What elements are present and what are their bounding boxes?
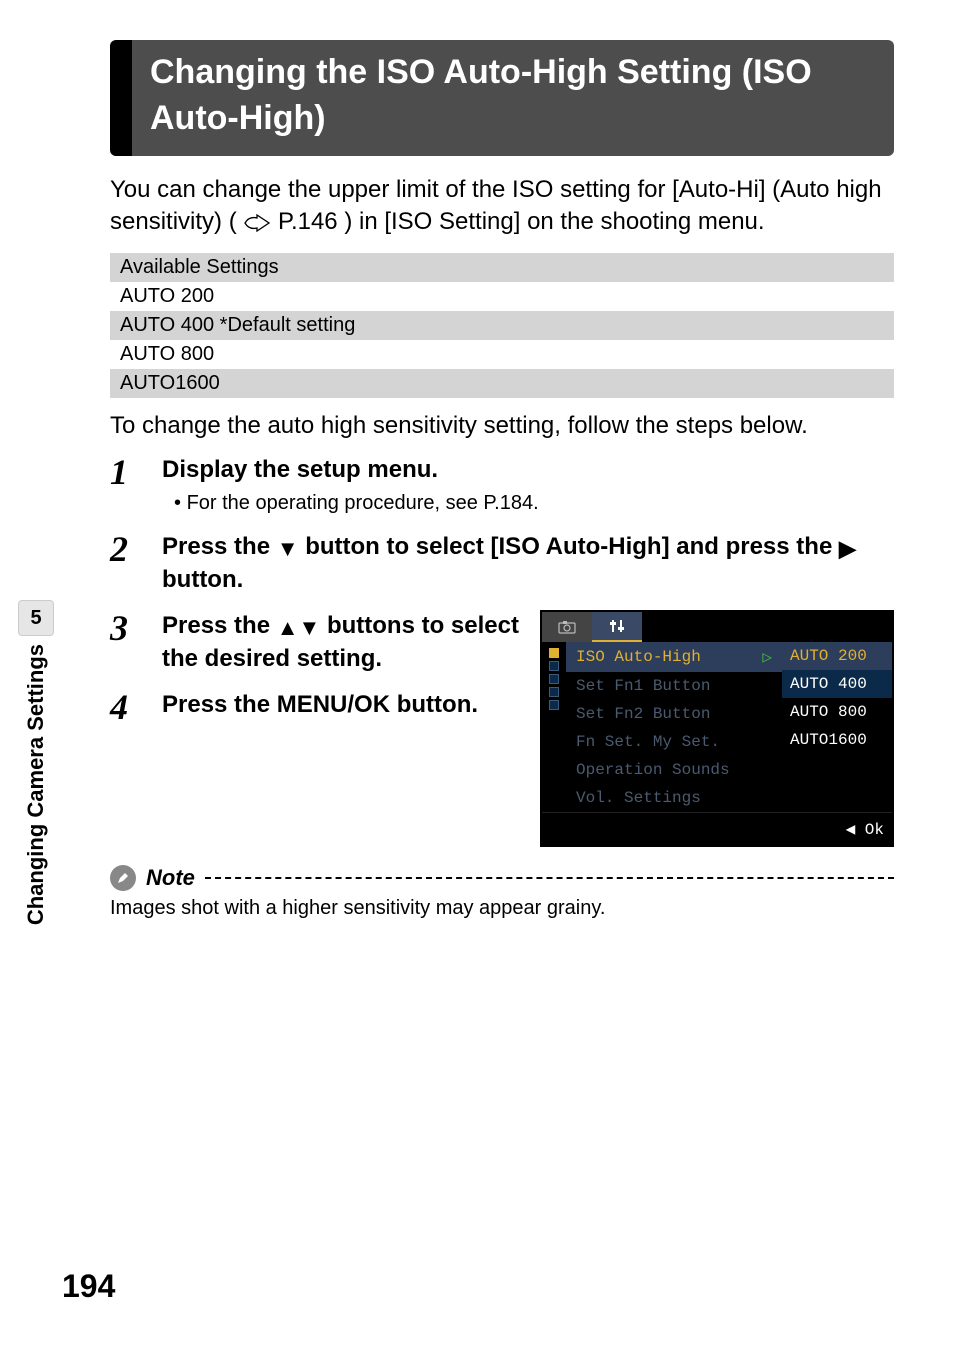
lcd-menu-item-selected: ISO Auto-High ▷	[566, 642, 782, 672]
lcd-tab-row	[542, 612, 892, 642]
lcd-page-dot	[549, 700, 559, 710]
camera-lcd-screenshot: ISO Auto-High ▷ Set Fn1 Button Set Fn2 B…	[540, 610, 894, 847]
step-4: 4 Press the MENU/OK button.	[110, 689, 522, 725]
reference-hand-icon	[243, 214, 271, 232]
table-row: AUTO1600	[110, 369, 894, 398]
step-number: 4	[110, 689, 144, 725]
step-text: Press the ▼ button to select [ISO Auto-H…	[162, 531, 894, 596]
intro-ref: P.146	[278, 208, 338, 235]
lcd-page-dot	[549, 648, 559, 658]
lcd-page-dot	[549, 674, 559, 684]
chapter-number: 5	[30, 607, 41, 630]
lcd-option-selected: AUTO 200	[782, 642, 892, 670]
intro-paragraph: You can change the upper limit of the IS…	[110, 174, 894, 239]
lcd-menu-item: Set Fn2 Button	[566, 700, 782, 728]
lcd-option: AUTO 800	[782, 698, 892, 726]
lcd-menu-list: ISO Auto-High ▷ Set Fn1 Button Set Fn2 B…	[566, 642, 782, 812]
step-3-text-a: Press the	[162, 612, 277, 639]
instruction-sentence: To change the auto high sensitivity sett…	[110, 412, 894, 440]
title-accent-bar	[110, 40, 132, 156]
step-3: 3 Press the ▲▼ buttons to select the des…	[110, 610, 522, 675]
lcd-menu-item: Operation Sounds	[566, 756, 782, 784]
note-body: Images shot with a higher sensitivity ma…	[110, 897, 894, 920]
lcd-options-list: AUTO 200 AUTO 400 AUTO 800 AUTO1600	[782, 642, 892, 812]
bullet-prefix: •	[174, 492, 187, 514]
note-label: Note	[146, 865, 195, 891]
lcd-selected-label: ISO Auto-High	[576, 648, 701, 666]
step-2-text-b: button to select [ISO Auto-High] and pre…	[305, 533, 839, 560]
section-title-block: Changing the ISO Auto-High Setting (ISO …	[110, 40, 894, 156]
lcd-tab-camera	[542, 612, 592, 642]
intro-text-b: ) in [ISO Setting] on the shooting menu.	[344, 208, 764, 235]
bullet-text: For the operating procedure, see P.184.	[187, 492, 539, 514]
lcd-ok-label: Ok	[865, 821, 884, 839]
lcd-footer: ◀ Ok	[542, 812, 892, 845]
lcd-page-dot	[549, 687, 559, 697]
table-row: AUTO 200	[110, 282, 894, 311]
step-2-text-a: Press the	[162, 533, 277, 560]
lcd-page-dot	[549, 661, 559, 671]
right-triangle-icon: ▶	[839, 536, 856, 561]
lcd-option: AUTO 400	[782, 670, 892, 698]
lcd-menu-item: Vol. Settings	[566, 784, 782, 812]
available-settings-table: Available Settings AUTO 200 AUTO 400 *De…	[110, 253, 894, 398]
step-number: 1	[110, 454, 144, 517]
note-pencil-icon	[110, 865, 136, 891]
down-triangle-icon: ▼	[299, 615, 321, 640]
lcd-selected-arrow-icon: ▷	[762, 647, 772, 667]
lcd-left-arrow-icon: ◀	[846, 821, 865, 839]
table-row: AUTO 400 *Default setting	[110, 311, 894, 340]
step-1-title: Display the setup menu.	[162, 456, 438, 483]
note-dash-line	[205, 877, 894, 879]
step-2-text-c: button.	[162, 566, 243, 593]
lcd-menu-item: Set Fn1 Button	[566, 672, 782, 700]
up-triangle-icon: ▲	[277, 615, 299, 640]
table-row: AUTO 800	[110, 340, 894, 369]
note-header: Note	[110, 865, 894, 891]
lcd-page-indicator	[542, 642, 566, 812]
step-text: Display the setup menu. • For the operat…	[162, 454, 894, 517]
step-1-sub: • For the operating procedure, see P.184…	[174, 490, 894, 517]
sidebar: 5 Changing Camera Settings	[18, 600, 54, 925]
page-number: 194	[62, 1268, 115, 1305]
down-triangle-icon: ▼	[277, 536, 299, 561]
step-text: Press the MENU/OK button.	[162, 689, 522, 725]
table-header: Available Settings	[110, 253, 894, 282]
lcd-menu-item: Fn Set. My Set.	[566, 728, 782, 756]
section-title: Changing the ISO Auto-High Setting (ISO …	[132, 40, 894, 156]
chapter-number-box: 5	[18, 600, 54, 636]
step-number: 3	[110, 610, 144, 675]
step-number: 2	[110, 531, 144, 596]
chapter-title: Changing Camera Settings	[23, 644, 49, 925]
step-1: 1 Display the setup menu. • For the oper…	[110, 454, 894, 517]
lcd-tab-setup	[592, 612, 642, 642]
step-text: Press the ▲▼ buttons to select the desir…	[162, 610, 522, 675]
step-2: 2 Press the ▼ button to select [ISO Auto…	[110, 531, 894, 596]
lcd-option: AUTO1600	[782, 726, 892, 754]
note-block: Note Images shot with a higher sensitivi…	[110, 865, 894, 920]
